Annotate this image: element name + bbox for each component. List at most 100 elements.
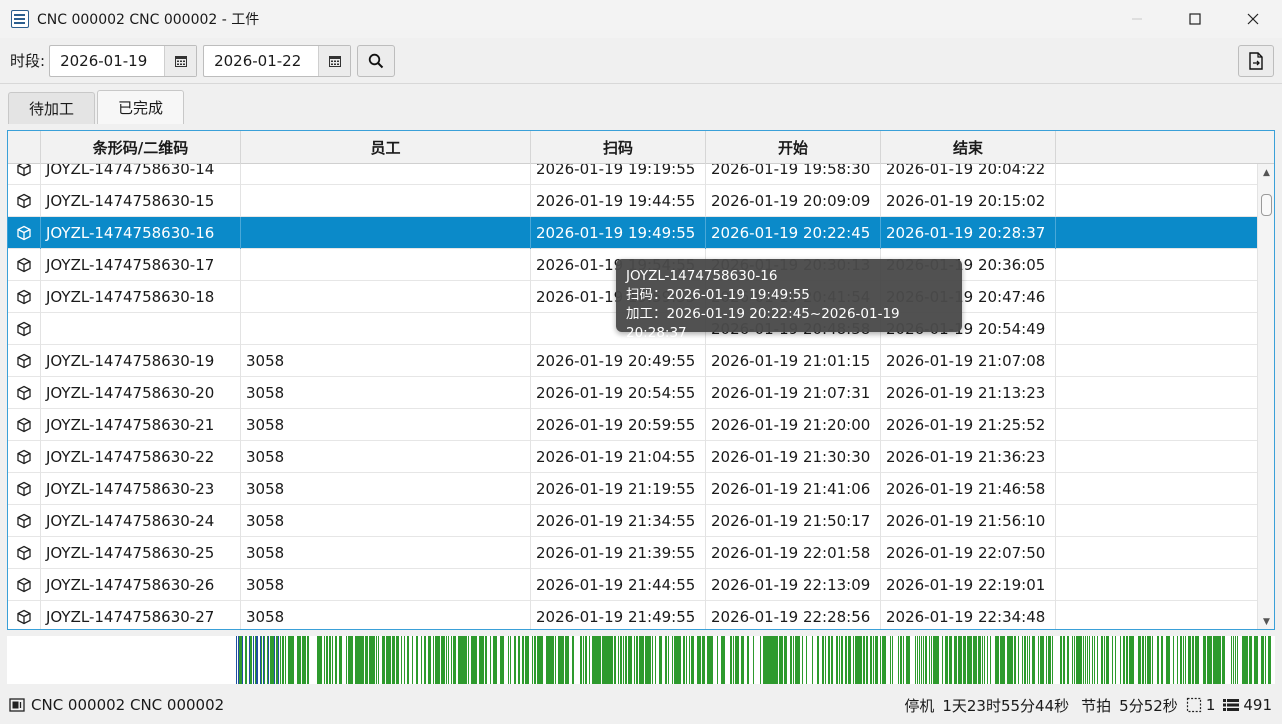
cube-icon bbox=[17, 417, 31, 433]
timeline-bar bbox=[490, 636, 491, 684]
timeline-bar bbox=[903, 636, 904, 684]
timeline-bar bbox=[1049, 636, 1050, 684]
table-row[interactable]: JOYZL-1474758630-16 2026-01-19 19:49:55 20… bbox=[8, 217, 1257, 249]
timeline-bar bbox=[1214, 636, 1215, 684]
timeline-bar bbox=[923, 636, 924, 684]
header-scan[interactable]: 扫码 bbox=[531, 131, 706, 164]
timeline-bar bbox=[683, 636, 684, 684]
timeline-bar bbox=[387, 636, 388, 684]
production-timeline[interactable] bbox=[236, 636, 1274, 684]
timeline-bar bbox=[236, 636, 237, 684]
table-row[interactable]: JOYZL-1474758630-21 3058 2026-01-19 20:59:… bbox=[8, 409, 1257, 441]
table-icon bbox=[11, 10, 29, 28]
timeline-bar bbox=[567, 636, 568, 684]
barcode-cell: JOYZL-1474758630-27 bbox=[41, 601, 241, 629]
header-end[interactable]: 结束 bbox=[881, 131, 1056, 164]
close-button[interactable] bbox=[1224, 0, 1282, 38]
tab-pending[interactable]: 待加工 bbox=[8, 92, 96, 124]
scroll-up-icon[interactable]: ▲ bbox=[1258, 164, 1274, 181]
timeline-bar bbox=[271, 636, 272, 684]
end-cell: 2026-01-19 21:56:10 bbox=[881, 505, 1056, 537]
timeline-bar bbox=[1255, 636, 1256, 684]
timeline-bar bbox=[285, 636, 286, 684]
table-row[interactable]: JOYZL-1474758630-15 2026-01-19 19:44:55 20… bbox=[8, 185, 1257, 217]
timeline-bar bbox=[784, 636, 785, 684]
start-date-calendar-button[interactable] bbox=[164, 45, 197, 76]
staff-cell: 3058 bbox=[241, 505, 531, 537]
timeline-bar bbox=[950, 636, 951, 684]
scroll-thumb[interactable] bbox=[1261, 194, 1272, 216]
timeline-bar bbox=[398, 636, 399, 684]
start-date-value[interactable]: 2026-01-19 bbox=[50, 52, 164, 70]
timeline-bar bbox=[515, 636, 516, 684]
header-filler bbox=[1056, 131, 1274, 164]
timeline-bar bbox=[1148, 636, 1149, 684]
workpiece-table[interactable]: 条形码/二维码 员工 扫码 开始 结束 JOYZL-1474758630-14 2… bbox=[7, 130, 1275, 630]
header-staff[interactable]: 员工 bbox=[241, 131, 531, 164]
timeline-bar bbox=[873, 636, 874, 684]
timeline-bar bbox=[332, 636, 333, 684]
timeline-bar bbox=[675, 636, 676, 684]
timeline-bar bbox=[453, 636, 454, 684]
header-start[interactable]: 开始 bbox=[706, 131, 881, 164]
period-label: 时段: bbox=[10, 52, 46, 70]
minimize-button[interactable] bbox=[1108, 0, 1166, 38]
table-row[interactable]: JOYZL-1474758630-23 3058 2026-01-19 21:19:… bbox=[8, 473, 1257, 505]
timeline-bar bbox=[267, 636, 268, 684]
timeline-bar bbox=[594, 636, 595, 684]
timeline-bar bbox=[412, 636, 413, 684]
timeline-bar bbox=[965, 636, 966, 684]
timeline-bar bbox=[733, 636, 734, 684]
selection-icon bbox=[1186, 697, 1201, 713]
filler-cell bbox=[1056, 217, 1257, 249]
scroll-down-icon[interactable]: ▼ bbox=[1258, 613, 1274, 629]
timeline-bar bbox=[975, 636, 976, 684]
barcode-cell: JOYZL-1474758630-21 bbox=[41, 409, 241, 441]
timeline-bar bbox=[618, 636, 619, 684]
timeline-bar bbox=[839, 636, 840, 684]
timeline-bar bbox=[698, 636, 699, 684]
scan-cell: 2026-01-19 21:49:55 bbox=[531, 601, 706, 629]
start-cell: 2026-01-19 20:09:09 bbox=[706, 185, 881, 217]
table-row[interactable]: JOYZL-1474758630-26 3058 2026-01-19 21:44:… bbox=[8, 569, 1257, 601]
timeline-bar bbox=[393, 636, 394, 684]
filler-cell bbox=[1056, 537, 1257, 569]
timeline-bar bbox=[586, 636, 587, 684]
timeline-bar bbox=[1193, 636, 1194, 684]
table-row[interactable]: JOYZL-1474758630-20 3058 2026-01-19 20:54:… bbox=[8, 377, 1257, 409]
timeline-bar bbox=[648, 636, 649, 684]
end-date-value[interactable]: 2026-01-22 bbox=[204, 52, 318, 70]
timeline-bar bbox=[1262, 636, 1263, 684]
table-row[interactable]: JOYZL-1474758630-25 3058 2026-01-19 21:39:… bbox=[8, 537, 1257, 569]
timeline-bar bbox=[908, 636, 909, 684]
table-row[interactable]: JOYZL-1474758630-24 3058 2026-01-19 21:34:… bbox=[8, 505, 1257, 537]
header-barcode[interactable]: 条形码/二维码 bbox=[41, 131, 241, 164]
end-date-calendar-button[interactable] bbox=[318, 45, 351, 76]
timeline-bar bbox=[742, 636, 743, 684]
timeline-bar bbox=[1204, 636, 1205, 684]
tab-completed[interactable]: 已完成 bbox=[97, 90, 185, 124]
timeline-bar bbox=[723, 636, 724, 684]
search-button[interactable] bbox=[357, 44, 396, 77]
start-cell: 2026-01-19 21:07:31 bbox=[706, 377, 881, 409]
timeline-bar bbox=[779, 636, 780, 684]
table-row[interactable]: JOYZL-1474758630-19 3058 2026-01-19 20:49:… bbox=[8, 345, 1257, 377]
table-row[interactable]: JOYZL-1474758630-14 2026-01-19 19:19:55 20… bbox=[8, 164, 1257, 185]
timeline-bar bbox=[877, 636, 878, 684]
maximize-button[interactable] bbox=[1166, 0, 1224, 38]
timeline-panel bbox=[7, 636, 1275, 684]
table-row[interactable]: JOYZL-1474758630-27 3058 2026-01-19 21:49:… bbox=[8, 601, 1257, 629]
timeline-bar bbox=[1081, 636, 1082, 684]
vertical-scrollbar[interactable]: ▲ ▼ bbox=[1257, 164, 1274, 629]
table-body[interactable]: JOYZL-1474758630-14 2026-01-19 19:19:55 20… bbox=[8, 164, 1257, 629]
timeline-bar bbox=[480, 636, 481, 684]
timeline-bar bbox=[1210, 636, 1211, 684]
timeline-bar bbox=[969, 636, 970, 684]
timeline-bar bbox=[437, 636, 438, 684]
start-date-field[interactable]: 2026-01-19 bbox=[49, 44, 198, 77]
timeline-bar bbox=[303, 636, 304, 684]
end-date-field[interactable]: 2026-01-22 bbox=[203, 44, 352, 77]
export-button[interactable] bbox=[1238, 45, 1274, 77]
barcode-cell: JOYZL-1474758630-16 bbox=[41, 217, 241, 249]
table-row[interactable]: JOYZL-1474758630-22 3058 2026-01-19 21:04:… bbox=[8, 441, 1257, 473]
